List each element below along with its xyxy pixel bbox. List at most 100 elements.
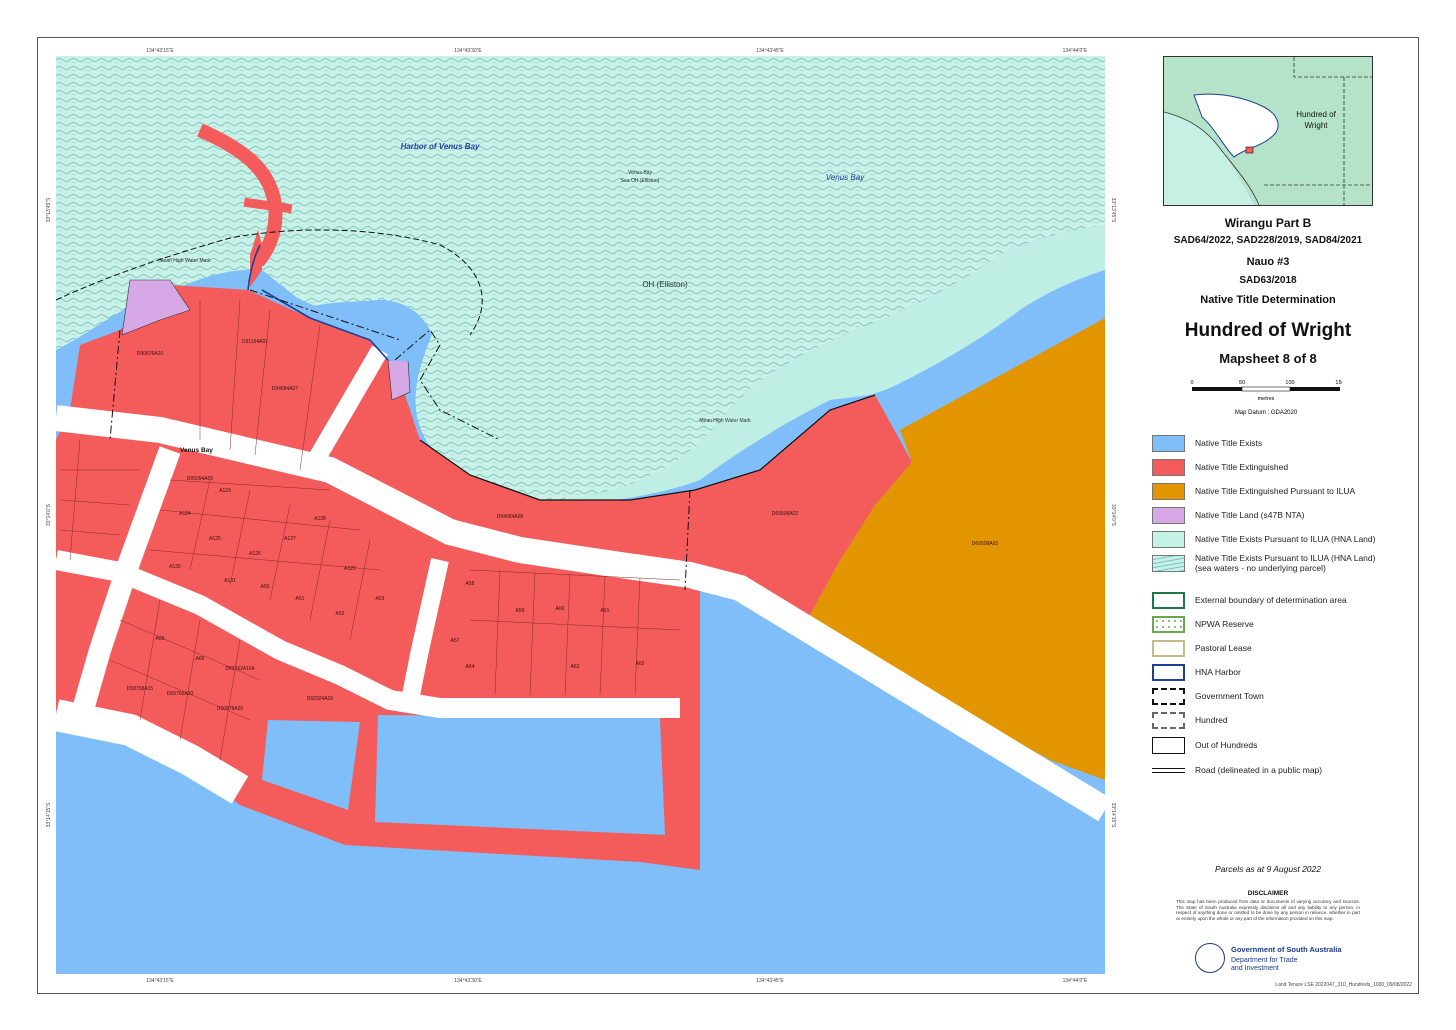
- government-logo-block: Government of South Australia Department…: [1195, 943, 1365, 979]
- legend-swatch: [1152, 664, 1185, 681]
- legend-swatch: [1152, 737, 1185, 754]
- parcel-label: A53: [376, 596, 385, 602]
- grid-coordinate-label: 134°43'45"E: [756, 48, 784, 54]
- legend-swatch: [1152, 483, 1185, 500]
- parcel-label: A51: [296, 596, 305, 602]
- parcel-label: D94684A07: [272, 386, 299, 392]
- legend-swatch: [1152, 768, 1185, 773]
- legend-label: Pastoral Lease: [1195, 643, 1252, 653]
- legend-item: Native Title Extinguished Pursuant to IL…: [1152, 483, 1412, 503]
- title-line-3: Nauo #3: [1246, 256, 1290, 268]
- parcel-label: A52: [336, 611, 345, 617]
- map-reference: Land Tenure LSE 2022047_310_Hundreds_103…: [1275, 982, 1412, 988]
- scale-bar: 0 50 100 150 metres Map Datum : GDA2020: [1190, 380, 1342, 416]
- grid-coordinate-label: 134°44'0"E: [1063, 978, 1088, 984]
- legend-swatch: [1152, 435, 1185, 452]
- legend-label: Native Title Exists Pursuant to ILUA (HN…: [1195, 553, 1376, 573]
- legend-item: External boundary of determination area: [1152, 592, 1412, 612]
- grid-coordinate-label: 33°13'45"S: [1110, 198, 1116, 223]
- parcel-label: D94684A08: [497, 514, 524, 520]
- sa-crest-icon: [1195, 943, 1225, 973]
- disclaimer-text: This map has been produced from data or …: [1176, 899, 1360, 921]
- legend-label: Hundred: [1195, 715, 1228, 725]
- grid-coordinate-label: 134°43'30"E: [454, 48, 482, 54]
- parcel-label: D62162A164: [225, 666, 254, 672]
- parcel-label: D59765A20: [167, 691, 194, 697]
- label-oh: OH (Elliston): [642, 280, 688, 289]
- label-town: Venus Bay: [180, 447, 213, 454]
- grid-coordinate-label: 33°14'15"S: [1110, 803, 1116, 828]
- label-bay: Venus Bay: [826, 173, 865, 182]
- legend-label: Government Town: [1195, 691, 1264, 701]
- label-mhw-left: Mean High Water Mark: [159, 258, 211, 264]
- legend-swatch: [1152, 616, 1185, 633]
- scale-tick-100: 100: [1285, 380, 1294, 386]
- legend-label: Native Title Extinguished: [1195, 462, 1289, 472]
- parcel-label: D65054A05: [187, 476, 214, 482]
- title-line-4: SAD63/2018: [1239, 275, 1297, 286]
- legend-item: Native Title Land (s47B NTA): [1152, 507, 1412, 527]
- grid-coordinate-label: 33°14'0"S: [46, 503, 52, 526]
- legend-label: Native Title Exists: [1195, 438, 1263, 448]
- inset-label-1: Hundred of: [1296, 110, 1336, 119]
- legend-item: Government Town: [1152, 688, 1412, 708]
- scale-tick-50: 50: [1239, 380, 1245, 386]
- parcel-label: A50: [261, 584, 270, 590]
- parcel-label: A63: [571, 664, 580, 670]
- title-line-1: Wirangu Part B: [1224, 216, 1312, 230]
- parcel-label: A66: [196, 656, 205, 662]
- legend-item: Pastoral Lease: [1152, 640, 1412, 660]
- grid-coordinate-label: 134°43'15"E: [146, 978, 174, 984]
- legend-label: NPWA Reserve: [1195, 619, 1254, 629]
- parcel-label: D69508A02: [772, 511, 799, 517]
- parcel-label: A129: [344, 566, 356, 572]
- legend-label: Out of Hundreds: [1195, 740, 1258, 750]
- legend-item: Native Title Extinguished: [1152, 459, 1412, 479]
- parcel-label: D90676A20: [137, 351, 164, 357]
- legend-item: NPWA Reserve: [1152, 616, 1412, 636]
- parcel-label: A127: [284, 536, 296, 542]
- parcel-label: A57: [451, 638, 460, 644]
- parcel-label: A130: [169, 564, 181, 570]
- legend-swatch: [1152, 640, 1185, 657]
- legend-item: Hundred: [1152, 712, 1412, 732]
- parcel-label: A124: [179, 511, 191, 517]
- parcel-label: A58: [466, 581, 475, 587]
- legend-item: HNA Harbor: [1152, 664, 1412, 684]
- parcel-label: A123: [219, 488, 231, 494]
- disclaimer-title: DISCLAIMER: [1247, 890, 1289, 897]
- grid-coordinate-label: 134°44'0"E: [1063, 48, 1088, 54]
- parcel-label: A65: [156, 636, 165, 642]
- inset-locator-map: Hundred of Wright: [1163, 56, 1373, 206]
- parcel-label: A60: [556, 606, 565, 612]
- label-harbor: Harbor of Venus Bay: [401, 142, 480, 151]
- parcel-label: A62: [636, 661, 645, 667]
- parcel-label: D60978A26: [217, 706, 244, 712]
- title-line-5: Native Title Determination: [1200, 294, 1336, 306]
- scale-unit: metres: [1258, 396, 1275, 402]
- legend-swatch: [1152, 688, 1185, 705]
- lower-harbour-water: [375, 715, 665, 835]
- legend-swatch: [1152, 712, 1185, 729]
- legend-swatch: [1152, 531, 1185, 548]
- label-bay-small-2: Sea OH (Elliston): [621, 178, 660, 184]
- map-datum: Map Datum : GDA2020: [1235, 410, 1298, 416]
- legend-item: Out of Hundreds: [1152, 737, 1412, 757]
- grid-coordinate-label: 134°43'45"E: [756, 978, 784, 984]
- gov-name: Government of South Australia: [1231, 945, 1342, 954]
- legend-swatch: [1152, 592, 1185, 609]
- grid-coordinate-label: 134°43'30"E: [454, 978, 482, 984]
- legend-item: Road (delineated in a public map): [1152, 762, 1412, 782]
- parcel-label: D69508A03: [972, 541, 999, 547]
- parcel-label: A59: [516, 608, 525, 614]
- grid-coordinate-label: 33°14'15"S: [46, 802, 52, 827]
- parcels-date: Parcels as at 9 August 2022: [1214, 864, 1321, 874]
- label-mhw-right: Mean High Water Mark: [699, 418, 751, 424]
- label-bay-small: Venus Bay: [628, 170, 652, 176]
- parcel-label: A131: [224, 578, 236, 584]
- legend-item: Native Title Exists: [1152, 435, 1412, 455]
- mapsheet-label: Mapsheet 8 of 8: [1219, 351, 1317, 366]
- legend-label: Road (delineated in a public map): [1195, 765, 1323, 775]
- dept-name: Department for Trade and Investment: [1231, 957, 1298, 972]
- legend-label: Native Title Exists Pursuant to ILUA (HN…: [1195, 534, 1376, 544]
